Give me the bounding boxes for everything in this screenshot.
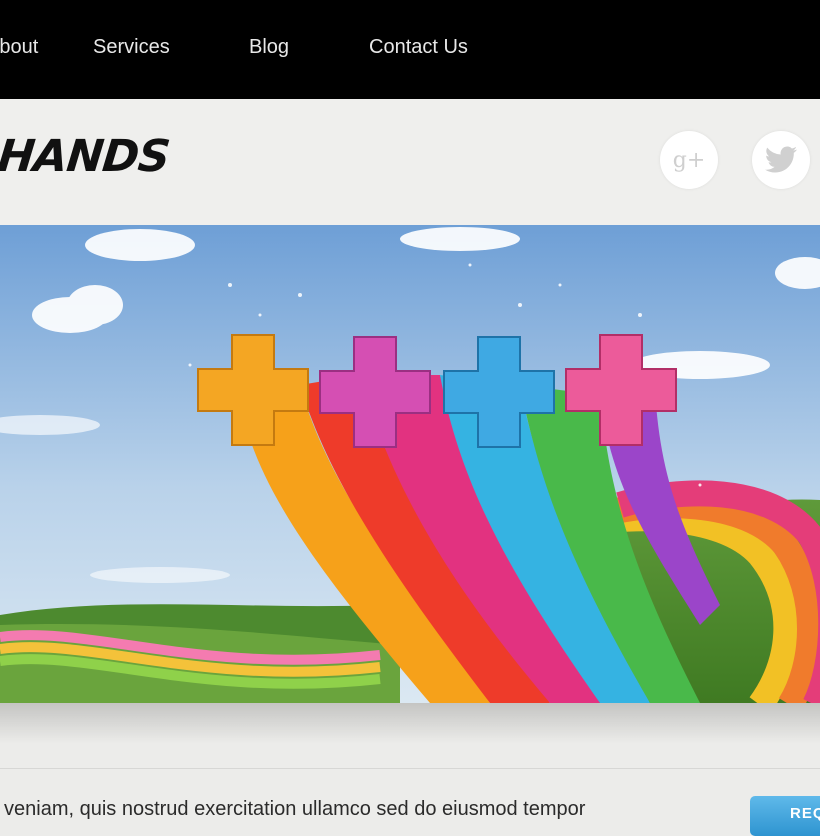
nav-link-services[interactable]: Services: [93, 36, 170, 59]
top-navigation-bar: About Services Blog Contact Us: [0, 0, 820, 99]
nav-link-about[interactable]: About: [0, 36, 38, 59]
request-button[interactable]: REQ: [750, 796, 820, 836]
intro-paragraph: veniam, quis nostrud exercitation ullamc…: [4, 798, 586, 820]
twitter-bird-icon: [765, 146, 797, 173]
content-divider: [0, 768, 820, 769]
hero-illustration: [0, 225, 820, 703]
nav-link-contact-us[interactable]: Contact Us: [369, 36, 468, 59]
nav-link-blog[interactable]: Blog: [249, 36, 289, 59]
google-plus-icon[interactable]: g+: [660, 131, 718, 189]
hero-banner: [0, 225, 820, 703]
twitter-icon[interactable]: [752, 131, 810, 189]
site-logo[interactable]: HANDS: [0, 131, 172, 182]
hero-shadow: [0, 703, 820, 743]
google-plus-glyph: g+: [672, 147, 706, 173]
